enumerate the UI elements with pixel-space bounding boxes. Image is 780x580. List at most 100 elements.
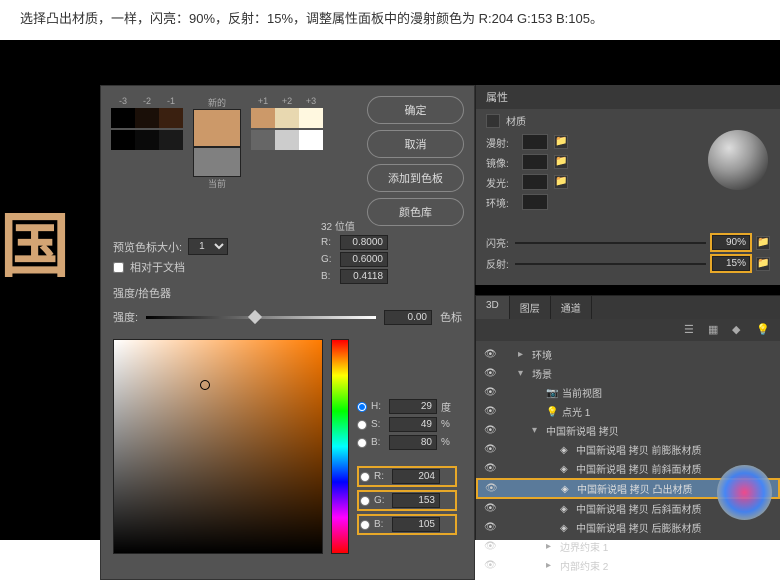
bits-r-input[interactable] <box>340 235 388 250</box>
toggle-icon[interactable]: ▸ <box>518 349 528 360</box>
shine-input[interactable] <box>712 235 750 250</box>
intensity-unit: 色标 <box>440 309 462 325</box>
toggle-icon[interactable]: ▸ <box>546 560 556 571</box>
camera-icon: 📷 <box>546 388 558 398</box>
diffuse-label: 漫射: <box>486 135 516 150</box>
layer-label: 内部约束 2 <box>560 558 608 573</box>
shine-slider[interactable] <box>515 242 706 244</box>
relative-doc-checkbox[interactable] <box>113 262 124 273</box>
specular-swatch[interactable] <box>522 154 548 170</box>
b-input[interactable] <box>389 435 437 450</box>
preview-size-select[interactable]: 1 <box>188 238 228 255</box>
tab-3d[interactable]: 3D <box>476 296 510 319</box>
workspace: 国 -3 -2 -1 新的 当前 <box>0 40 780 540</box>
glow-swatch[interactable] <box>522 174 548 190</box>
preview-size-label: 预览色标大小: <box>113 239 182 255</box>
light-icon[interactable]: 💡 <box>756 323 770 337</box>
b2-input[interactable] <box>392 517 440 532</box>
r-input[interactable] <box>392 469 440 484</box>
tab-channels[interactable]: 通道 <box>551 296 592 319</box>
current-color-swatch[interactable] <box>193 147 241 177</box>
visibility-eye-icon[interactable]: 👁 <box>484 349 496 360</box>
intensity-label: 强度: <box>113 309 138 325</box>
mat-icon: ◈ <box>560 445 572 455</box>
filter-icon[interactable]: ☰ <box>684 323 698 337</box>
h-input[interactable] <box>389 399 437 414</box>
folder-icon[interactable]: 📁 <box>554 155 568 169</box>
ok-button[interactable]: 确定 <box>367 96 464 124</box>
folder-icon[interactable]: 📁 <box>554 175 568 189</box>
visibility-eye-icon[interactable]: 👁 <box>484 463 496 474</box>
bits-b-input[interactable] <box>340 269 388 284</box>
swatch-scale: -3 -2 -1 <box>111 96 183 226</box>
intensity-input[interactable] <box>384 310 432 325</box>
color-picker-dialog: -3 -2 -1 新的 当前 +1 +2 <box>100 85 475 580</box>
s-input[interactable] <box>389 417 437 432</box>
mesh-icon[interactable]: ▦ <box>708 323 722 337</box>
visibility-eye-icon[interactable]: 👁 <box>484 368 496 379</box>
layer-label: 环境 <box>532 347 552 362</box>
swatch-row-gray2[interactable] <box>251 130 323 150</box>
g-input[interactable] <box>392 493 440 508</box>
layer-item[interactable]: 👁 ▾ 场景 <box>476 364 780 383</box>
visibility-eye-icon[interactable]: 👁 <box>484 541 496 552</box>
layer-label: 场景 <box>532 366 552 381</box>
cancel-button[interactable]: 取消 <box>367 130 464 158</box>
layer-label: 中国新说唱 拷贝 前膨胀材质 <box>576 442 702 457</box>
bits-section: 32 位值 R: G: B: <box>321 218 388 286</box>
visibility-eye-icon[interactable]: 👁 <box>484 503 496 514</box>
s-radio[interactable] <box>357 420 367 430</box>
swatch-scale-right: +1 +2 +3 <box>251 96 323 226</box>
layer-label: 中国新说唱 拷贝 <box>546 423 619 438</box>
swatch-row-warm2[interactable] <box>251 108 323 128</box>
new-label: 新的 <box>208 96 226 109</box>
diffuse-swatch[interactable] <box>522 134 548 150</box>
swatch-row-warm[interactable] <box>111 108 183 128</box>
layer-label: 边界约束 1 <box>560 539 608 554</box>
visibility-eye-icon[interactable]: 👁 <box>485 483 497 494</box>
layer-item[interactable]: 👁 📷 当前视图 <box>476 383 780 402</box>
layer-item[interactable]: 👁 ▸ 内部约束 2 <box>476 556 780 575</box>
layer-label: 当前视图 <box>562 385 602 400</box>
layer-item[interactable]: 👁◈中国新说唱 拷贝 后膨胀材质 <box>476 518 780 537</box>
layer-label: 中国新说唱 拷贝 后斜面材质 <box>576 501 702 516</box>
intensity-slider[interactable] <box>146 316 376 319</box>
toggle-icon[interactable]: ▸ <box>546 541 556 552</box>
layer-item[interactable]: 👁 ◈ 中国新说唱 拷贝 前膨胀材质 <box>476 440 780 459</box>
hue-strip[interactable] <box>331 339 349 554</box>
folder-icon[interactable]: 📁 <box>756 236 770 250</box>
visibility-eye-icon[interactable]: 👁 <box>484 522 496 533</box>
folder-icon[interactable]: 📁 <box>554 135 568 149</box>
reflect-slider[interactable] <box>515 263 706 265</box>
b-radio[interactable] <box>357 438 367 448</box>
g-radio[interactable] <box>360 496 370 506</box>
layer-item[interactable]: 👁💡点光 1 <box>476 402 780 421</box>
toggle-icon[interactable]: ▾ <box>518 368 528 379</box>
swatch-row-gray[interactable] <box>111 130 183 150</box>
bits-g-input[interactable] <box>340 252 388 267</box>
material-subtitle: 材质 <box>506 113 526 128</box>
layer-label: 中国新说唱 拷贝 后膨胀材质 <box>576 520 702 535</box>
reflect-input[interactable] <box>712 256 750 271</box>
material-filter-icon[interactable]: ◆ <box>732 323 746 337</box>
mat-icon: ◈ <box>560 504 572 514</box>
color-field[interactable] <box>113 339 323 554</box>
add-swatch-button[interactable]: 添加到色板 <box>367 164 464 192</box>
visibility-eye-icon[interactable]: 👁 <box>484 560 496 571</box>
visibility-eye-icon[interactable]: 👁 <box>484 425 496 436</box>
toggle-icon[interactable]: ▾ <box>532 425 542 436</box>
visibility-eye-icon[interactable]: 👁 <box>484 406 496 417</box>
layer-item[interactable]: 👁 ▾ 中国新说唱 拷贝 <box>476 421 780 440</box>
ambient-swatch[interactable] <box>522 194 548 210</box>
visibility-eye-icon[interactable]: 👁 <box>484 387 496 398</box>
bl-radio[interactable] <box>360 520 370 530</box>
h-radio[interactable] <box>357 402 367 412</box>
tab-layers[interactable]: 图层 <box>510 296 551 319</box>
visibility-eye-icon[interactable]: 👁 <box>484 444 496 455</box>
r-radio[interactable] <box>360 472 370 482</box>
new-color-swatch[interactable] <box>193 109 241 147</box>
layer-label: 点光 1 <box>562 404 590 419</box>
layer-item[interactable]: 👁 ▸ 环境 <box>476 345 780 364</box>
mat-icon: ◈ <box>560 464 572 474</box>
folder-icon[interactable]: 📁 <box>756 257 770 271</box>
